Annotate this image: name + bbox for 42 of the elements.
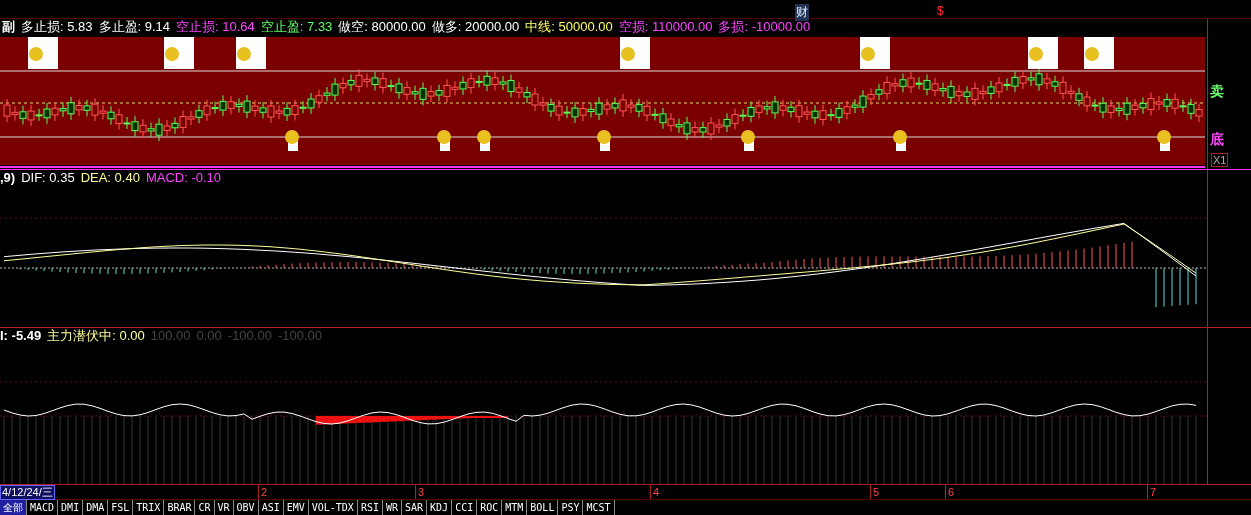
time-axis-label: 3 <box>415 484 425 499</box>
legend-value: ,9) <box>0 169 16 186</box>
time-axis-label: 2 <box>258 484 268 499</box>
legend-value: 做多: 20000.00 <box>431 18 520 36</box>
indicator-tab[interactable]: SAR <box>402 500 428 515</box>
legend-value: -100.00 <box>227 327 272 344</box>
indicator-tab[interactable]: MACD <box>27 500 59 515</box>
legend-value: MACD: -0.10 <box>145 169 222 186</box>
legend-value: 100.00 <box>150 327 191 344</box>
side-label: 卖 <box>1210 82 1224 101</box>
legend-value: 主力潜伏中: 0.00 <box>47 327 145 344</box>
indicator-tab[interactable]: KDJ <box>427 500 453 515</box>
legend-value: 多止损: 5.83 <box>21 18 93 36</box>
legend-value: DEA: 0.40 <box>80 169 140 186</box>
legend-value: 空止损: 10.64 <box>176 18 255 36</box>
legend-value: I: -5.49 <box>0 327 42 344</box>
time-axis-label: 7 <box>1147 484 1157 499</box>
money-marker[interactable]: $ <box>937 4 944 18</box>
legend-value: 多止盈: 9.14 <box>98 18 171 36</box>
legend-value: 中线: 50000.00 <box>525 18 613 36</box>
indicator-tab[interactable]: TRIX <box>133 500 165 515</box>
legend-value: 做空: 80000.00 <box>338 18 426 36</box>
time-axis-label: 4 <box>650 484 660 499</box>
legend-value: DIF: 0.35 <box>21 169 75 186</box>
legend-value: 空止盈: 7.33 <box>260 18 333 36</box>
legend-value: 副 <box>2 18 15 36</box>
indicator-tab[interactable]: 全部 <box>0 500 27 515</box>
indicator-tab[interactable]: CCI <box>452 500 478 515</box>
legend-value: 空损: 110000.00 <box>618 18 713 36</box>
legend-value: 0.00 <box>196 327 222 344</box>
indicator-tab[interactable]: DMI <box>58 500 84 515</box>
indicator-tab[interactable]: ROC <box>477 500 503 515</box>
indicator-tab[interactable]: MTM <box>502 500 528 515</box>
side-label: 底 <box>1210 130 1224 149</box>
time-axis-label: 5 <box>870 484 880 499</box>
news-marker[interactable]: 财 <box>795 4 809 21</box>
indicator-tab[interactable]: MCST <box>583 500 615 515</box>
legend-value: -100.00 <box>277 327 322 344</box>
legend-value: 多损: -10000.00 <box>718 18 811 36</box>
time-axis-label: 6 <box>945 484 955 499</box>
indicator-tab[interactable]: DMA <box>83 500 109 515</box>
scale-label: X1 <box>1211 152 1229 167</box>
